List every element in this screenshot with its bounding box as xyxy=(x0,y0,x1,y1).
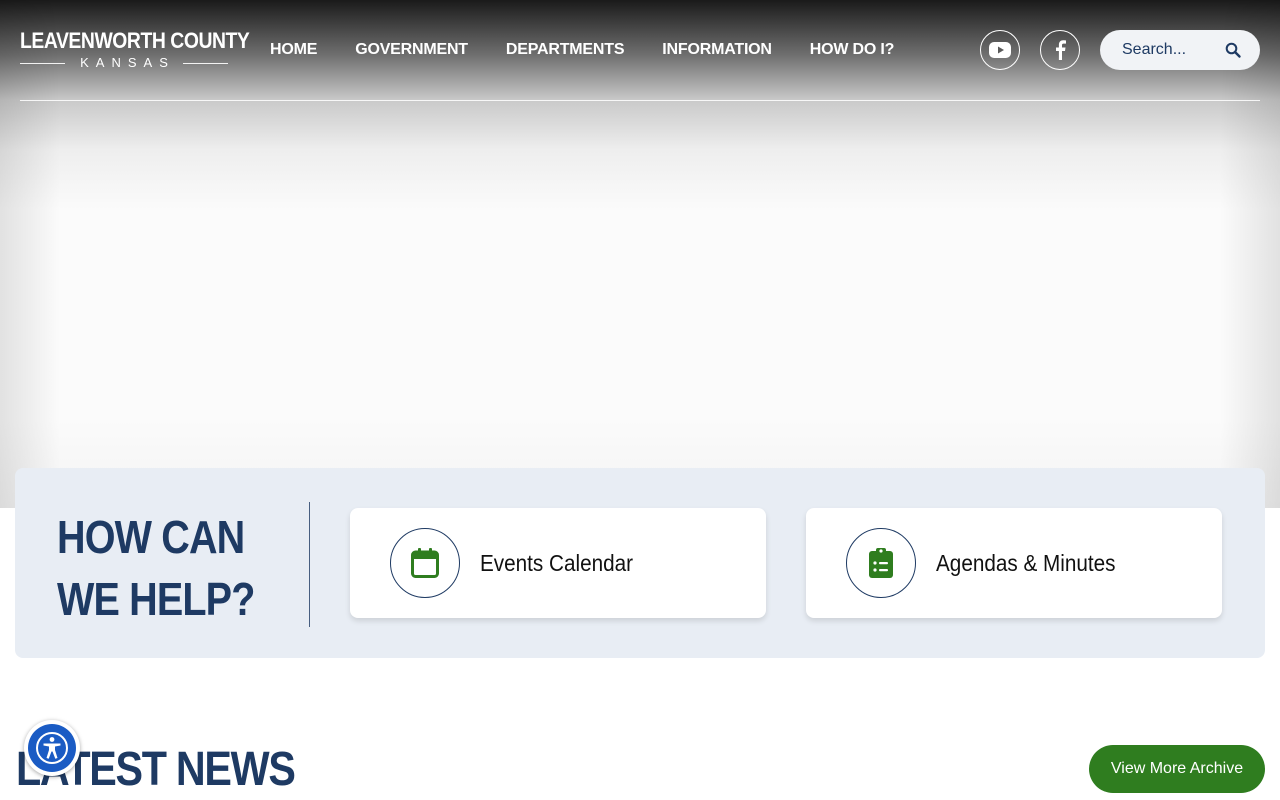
nav-departments[interactable]: DEPARTMENTS xyxy=(506,40,625,60)
card-label: Events Calendar xyxy=(480,549,634,576)
logo-subtitle: KANSAS xyxy=(20,56,228,70)
nav-how-do-i[interactable]: HOW DO I? xyxy=(810,40,895,60)
logo-title: LEAVENWORTH COUNTY xyxy=(20,28,250,53)
clipboard-list-icon xyxy=(869,548,893,578)
nav-home[interactable]: HOME xyxy=(270,40,317,60)
accessibility-icon xyxy=(36,732,68,764)
card-icon-circle xyxy=(390,528,460,598)
help-divider xyxy=(309,502,310,627)
header-divider xyxy=(20,100,1260,101)
search-input[interactable] xyxy=(1120,40,1234,60)
accessibility-button[interactable] xyxy=(24,720,80,776)
card-label: Agendas & Minutes xyxy=(936,549,1116,576)
view-more-archive-button[interactable]: View More Archive xyxy=(1089,745,1265,793)
facebook-link[interactable] xyxy=(1040,30,1080,70)
search-box xyxy=(1100,30,1260,70)
accessibility-button-inner xyxy=(28,724,76,772)
nav-government[interactable]: GOVERNMENT xyxy=(355,40,468,60)
events-calendar-card[interactable]: Events Calendar xyxy=(350,508,766,618)
hero-banner xyxy=(0,0,1280,508)
agendas-minutes-card[interactable]: Agendas & Minutes xyxy=(806,508,1222,618)
main-nav: HOME GOVERNMENT DEPARTMENTS INFORMATION … xyxy=(270,40,894,60)
search-icon[interactable] xyxy=(1224,41,1242,59)
nav-information[interactable]: INFORMATION xyxy=(662,40,772,60)
youtube-icon xyxy=(989,42,1011,58)
facebook-icon xyxy=(1056,40,1066,60)
help-heading: HOW CAN WE HELP? xyxy=(57,511,255,625)
site-logo[interactable]: LEAVENWORTH COUNTY KANSAS xyxy=(20,28,250,72)
youtube-link[interactable] xyxy=(980,30,1020,70)
calendar-icon xyxy=(411,548,439,578)
card-icon-circle xyxy=(846,528,916,598)
how-can-we-help-panel: HOW CAN WE HELP? Events Calendar Agendas… xyxy=(15,468,1265,658)
